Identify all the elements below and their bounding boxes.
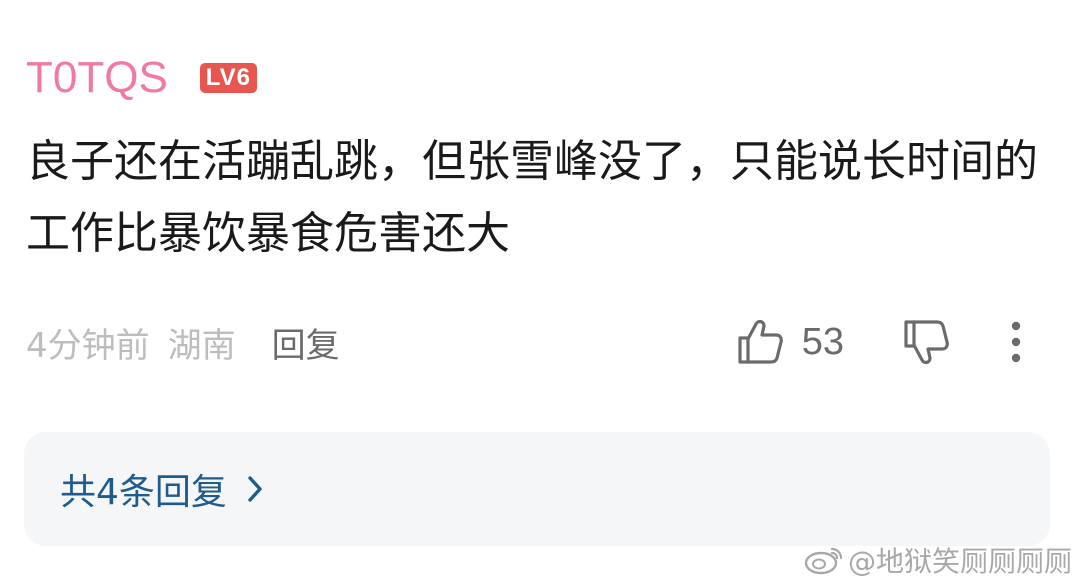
comment-meta-row: 4分钟前 湖南 回复 53 (26, 312, 1054, 372)
comment-card: T0TQS LV6 良子还在活蹦乱跳，但张雪峰没了，只能说长时间的工作比暴饮暴食… (0, 0, 1084, 588)
replies-summary-text[interactable]: 共4条回复 (60, 463, 227, 515)
level-badge: LV6 (199, 63, 258, 93)
comment-location: 湖南 (167, 325, 236, 366)
like-count: 53 (801, 320, 844, 363)
comment-text: 良子还在活蹦乱跳，但张雪峰没了，只能说长时间的工作比暴饮暴食危害还大 (26, 136, 1038, 259)
watermark: @地狱笑厕厕厕厕 (804, 540, 1072, 580)
comment-actions: 53 (734, 312, 1024, 372)
thumbs-down-icon[interactable] (900, 316, 952, 368)
thumbs-up-icon[interactable] (734, 316, 786, 368)
username[interactable]: T0TQS (26, 50, 168, 106)
comment-time: 4分钟前 (26, 325, 150, 366)
comment-header: T0TQS LV6 (26, 50, 258, 106)
weibo-icon (804, 545, 844, 575)
chevron-right-icon (245, 474, 265, 504)
more-vertical-icon[interactable] (1008, 319, 1024, 365)
replies-summary-box[interactable]: 共4条回复 (24, 432, 1050, 546)
watermark-text: @地狱笑厕厕厕厕 (847, 545, 1072, 578)
reply-button[interactable]: 回复 (272, 318, 340, 367)
